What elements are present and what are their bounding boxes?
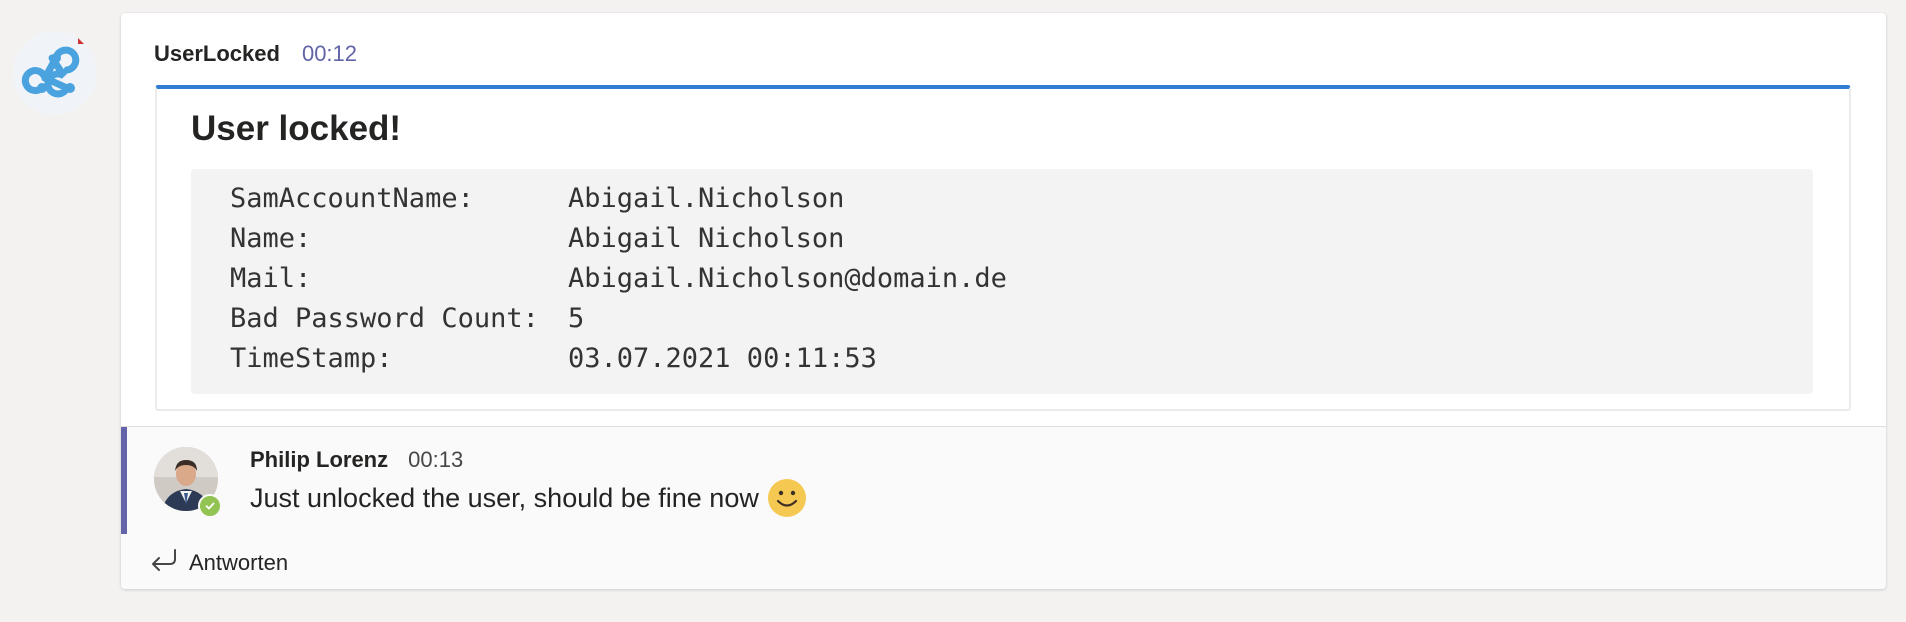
reply-button-label: Antworten [189,550,289,575]
field-value: Abigail.Nicholson [568,183,845,214]
field-row: Name: Abigail Nicholson [230,219,844,259]
bot-message-header: UserLocked 00:12 [154,41,357,69]
field-value: Abigail.Nicholson@domain.de [568,263,1007,294]
reply-timestamp[interactable]: 00:13 [408,447,463,473]
field-row: Bad Password Count: 5 [230,299,584,339]
reply-sender-name[interactable]: Philip Lorenz [250,447,388,473]
reply-body: Just unlocked the user, should be fine n… [250,477,807,519]
presence-available-icon [198,494,222,518]
smile-emoji-icon [767,478,807,518]
code-block: SamAccountName: Abigail.Nicholson Name: Ab… [191,169,1813,394]
field-key: Mail: [230,263,312,294]
field-row: Mail: Abigail.Nicholson@domain.de [230,259,1007,299]
field-key: TimeStamp: [230,343,393,374]
field-key: SamAccountName: [230,183,474,214]
reply-message: Philip Lorenz 00:13 Just unlocked the us… [121,426,1886,589]
reply-accent-bar [121,427,127,534]
sender-name[interactable]: UserLocked [154,41,280,67]
message-thread: UserLocked 00:12 User locked! SamAccount… [121,13,1886,589]
webhook-icon [12,30,98,116]
field-value: 5 [568,303,585,334]
field-row: SamAccountName: Abigail.Nicholson [230,179,844,219]
reply-button[interactable]: Antworten [149,547,288,579]
field-value: Abigail Nicholson [568,223,845,254]
reply-arrow-icon [149,547,179,579]
field-value: 03.07.2021 00:11:53 [568,343,877,374]
field-key: Name: [230,223,312,254]
reply-header: Philip Lorenz 00:13 [250,447,463,473]
adaptive-card: User locked! SamAccountName: Abigail.Nich… [155,85,1851,411]
reply-text: Just unlocked the user, should be fine n… [250,482,759,513]
message-timestamp[interactable]: 00:12 [302,41,357,67]
field-row: TimeStamp: 03.07.2021 00:11:53 [230,339,877,379]
card-title: User locked! [191,109,402,148]
field-key: Bad Password Count: [230,303,539,334]
